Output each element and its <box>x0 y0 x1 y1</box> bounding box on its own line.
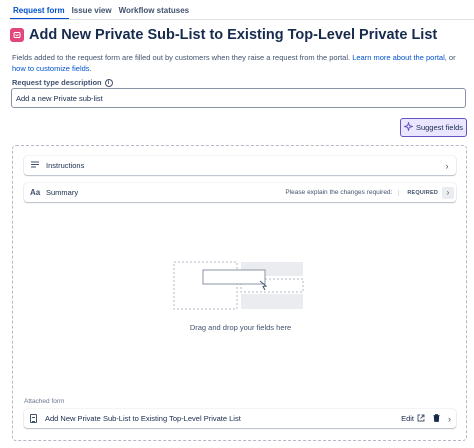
field-label-instructions: Instructions <box>46 161 85 170</box>
field-row-instructions[interactable]: Instructions › <box>24 156 456 175</box>
page-header: Add New Private Sub-List to Existing Top… <box>10 27 437 43</box>
customize-fields-link[interactable]: how to customize fields <box>12 64 90 73</box>
description-end: . <box>89 64 92 73</box>
tabs-divider <box>10 19 474 20</box>
form-description: Fields added to the request form are fil… <box>12 52 464 74</box>
drop-zone-text: Drag and drop your fields here <box>189 323 292 332</box>
suggest-fields-button[interactable]: Suggest fields <box>400 118 467 137</box>
request-type-description-label-text: Request type description <box>12 78 102 87</box>
field-label-summary: Summary <box>46 188 79 197</box>
trash-icon[interactable] <box>433 413 440 424</box>
external-link-icon[interactable] <box>417 414 425 424</box>
page-title: Add New Private Sub-List to Existing Top… <box>29 27 438 43</box>
chevron-right-icon[interactable]: › <box>442 161 452 171</box>
tab-workflow-statuses[interactable]: Workflow statuses <box>116 2 194 20</box>
tab-issue-view[interactable]: Issue view <box>69 2 116 20</box>
suggest-fields-label: Suggest fields <box>415 123 464 132</box>
learn-more-portal-link[interactable]: Learn more about the portal <box>352 53 445 62</box>
edit-form-link[interactable]: Edit <box>401 414 414 423</box>
attached-form-label: Attached form <box>24 398 65 405</box>
chevron-right-icon[interactable]: › <box>448 414 451 424</box>
request-type-icon <box>10 28 24 42</box>
required-badge: REQUIRED <box>398 189 438 196</box>
description-or: , or <box>444 53 456 62</box>
attached-form-name: Add New Private Sub-List to Existing Top… <box>45 414 241 423</box>
sparkle-icon <box>402 120 415 133</box>
field-row-summary[interactable]: Aa Summary Please explain the changes re… <box>24 183 456 202</box>
text-lines-icon <box>30 161 40 170</box>
chevron-right-icon[interactable]: › <box>442 186 454 199</box>
tab-request-form[interactable]: Request form <box>10 2 69 20</box>
form-document-icon <box>30 414 37 423</box>
form-builder-canvas[interactable]: Instructions › Aa Summary Please explain… <box>12 145 467 441</box>
field-hint-summary: Please explain the changes required: <box>285 189 393 196</box>
info-icon[interactable]: i <box>104 78 113 87</box>
request-type-description-label: Request type description i <box>12 78 113 87</box>
drag-drop-illustration <box>173 261 304 310</box>
request-type-description-input[interactable] <box>11 88 466 108</box>
attached-form-row[interactable]: Add New Private Sub-List to Existing Top… <box>24 409 456 428</box>
description-text: Fields added to the request form are fil… <box>12 53 351 62</box>
text-style-icon: Aa <box>30 188 41 197</box>
